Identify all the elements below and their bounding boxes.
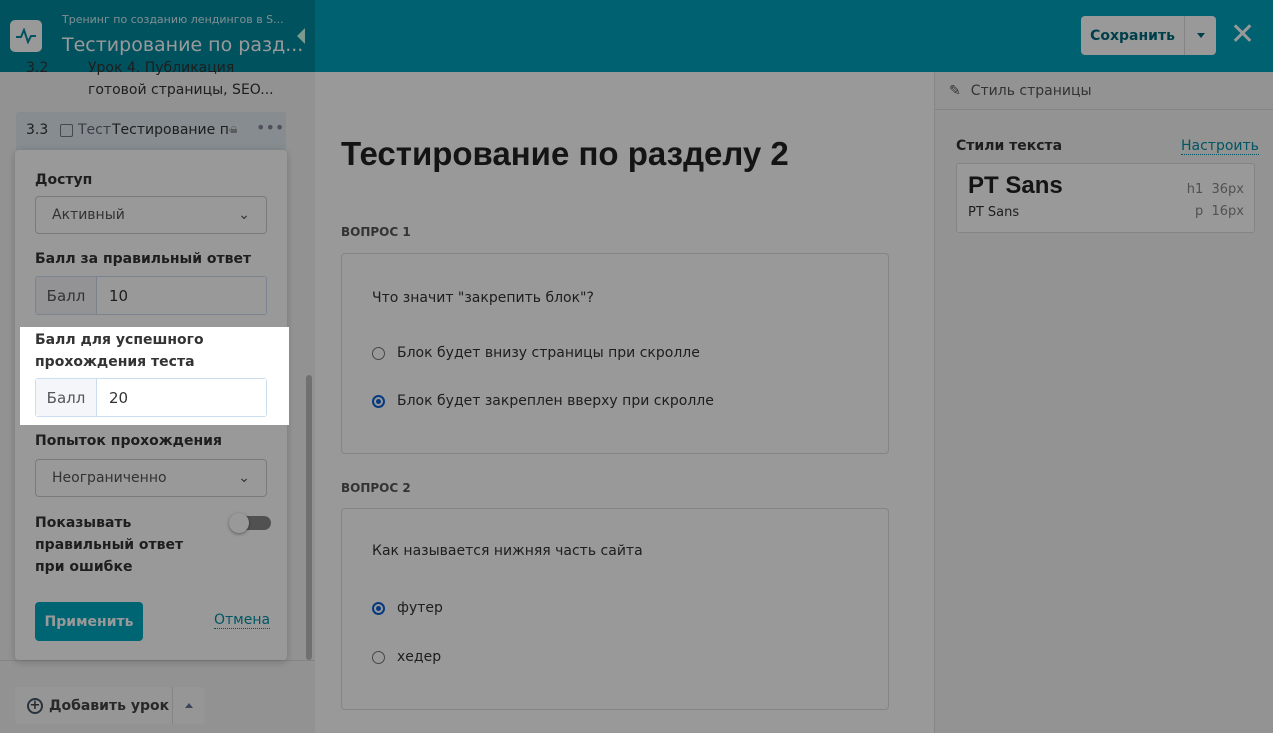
pass-score-addon: Балл	[36, 379, 97, 416]
pass-score-label: Балл для успешного прохождения теста	[35, 329, 204, 373]
highlighted-pass-score-section: Балл для успешного прохождения теста Балл…	[20, 327, 289, 425]
pass-score-input[interactable]: 20	[97, 379, 266, 416]
pass-score-input-group: Балл 20	[35, 378, 267, 417]
label-line: Балл для успешного	[35, 332, 204, 348]
label-line: прохождения теста	[35, 354, 195, 370]
